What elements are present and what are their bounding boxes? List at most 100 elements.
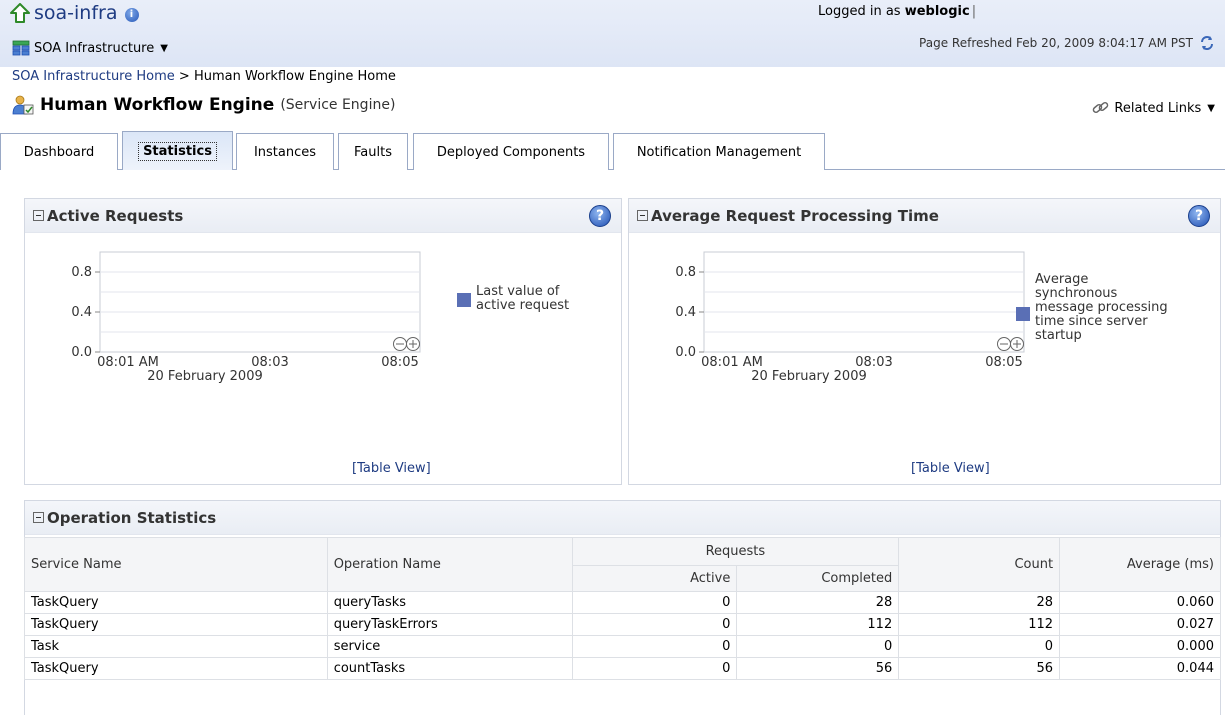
x-tick-label: 08:01 AM xyxy=(701,355,763,370)
column-header-completed[interactable]: Completed xyxy=(736,565,900,592)
related-links-menu[interactable]: Related Links ▼ xyxy=(1092,100,1215,116)
table-view-link[interactable]: [Table View] xyxy=(911,461,990,476)
cell-count: 112 xyxy=(898,613,1061,636)
table-row[interactable]: TaskQuery queryTasks 0 28 28 0.060 xyxy=(24,591,1221,614)
tab-label: Faults xyxy=(354,144,392,160)
breadcrumb-current: Human Workflow Engine Home xyxy=(193,69,396,84)
tab-faults[interactable]: Faults xyxy=(338,133,408,170)
legend-line: Last value of xyxy=(476,284,560,299)
page-title: Human Workflow Engine xyxy=(40,95,275,115)
table-view-link[interactable]: [Table View] xyxy=(352,461,431,476)
home-arrow-icon[interactable] xyxy=(10,3,30,23)
cell-completed: 0 xyxy=(736,635,900,658)
legend-line: startup xyxy=(1035,328,1082,343)
help-icon[interactable]: ? xyxy=(589,205,611,227)
cell-count: 28 xyxy=(898,591,1061,614)
tab-instances[interactable]: Instances xyxy=(236,133,334,170)
cell-count: 56 xyxy=(898,657,1061,680)
x-tick-label: 08:01 AM xyxy=(97,355,159,370)
zoom-out-icon[interactable] xyxy=(393,337,407,351)
tab-dashboard[interactable]: Dashboard xyxy=(0,133,118,170)
panel-header: Active Requests ? xyxy=(25,199,621,233)
cell-service: TaskQuery xyxy=(24,591,328,614)
x-tick-label: 08:03 xyxy=(251,355,288,370)
legend-label: Last value of active request xyxy=(476,285,569,313)
page-title-row: Human Workflow Engine (Service Engine) xyxy=(12,95,395,115)
tab-deployed-components[interactable]: Deployed Components xyxy=(413,133,609,170)
y-tick-label: 0.4 xyxy=(71,305,92,320)
tab-label: Dashboard xyxy=(23,144,95,160)
chart-legend: Average synchronous message processing t… xyxy=(1016,273,1168,343)
app-title-text[interactable]: soa-infra xyxy=(34,2,118,24)
panel-title: Operation Statistics xyxy=(47,508,217,527)
tab-label: Statistics xyxy=(138,141,217,161)
table-row[interactable]: TaskQuery queryTaskErrors 0 112 112 0.02… xyxy=(24,613,1221,636)
x-date-label: 20 February 2009 xyxy=(751,369,867,384)
column-header-service-name[interactable]: Service Name xyxy=(24,537,328,592)
cell-average: 0.060 xyxy=(1059,591,1221,614)
cell-active: 0 xyxy=(571,613,738,636)
x-tick-label: 08:05 xyxy=(985,355,1022,370)
table-row[interactable]: TaskQuery countTasks 0 56 56 0.044 xyxy=(24,657,1221,680)
legend-swatch xyxy=(457,293,471,307)
cell-operation: service xyxy=(326,635,573,658)
chevron-down-icon[interactable]: ▼ xyxy=(1207,103,1215,114)
tab-label: Instances xyxy=(253,144,317,160)
page-refreshed-text: Page Refreshed Feb 20, 2009 8:04:17 AM P… xyxy=(919,36,1193,50)
y-tick-label: 0.8 xyxy=(71,265,92,280)
cell-completed: 112 xyxy=(736,613,900,636)
column-header-operation-name[interactable]: Operation Name xyxy=(326,537,573,592)
legend-line: synchronous xyxy=(1035,286,1118,301)
legend-line: active request xyxy=(476,298,570,313)
chain-link-icon xyxy=(1093,101,1109,114)
info-icon[interactable]: i xyxy=(124,7,139,22)
column-header-count[interactable]: Count xyxy=(898,537,1061,592)
collapse-icon[interactable] xyxy=(637,210,648,221)
legend-line: Average xyxy=(1035,272,1089,287)
cell-average: 0.027 xyxy=(1059,613,1221,636)
cell-service: Task xyxy=(24,635,328,658)
chevron-down-icon[interactable]: ▼ xyxy=(160,43,168,54)
cell-average: 0.044 xyxy=(1059,657,1221,680)
collapse-icon[interactable] xyxy=(33,512,44,523)
plot-area xyxy=(703,251,1025,353)
page-refreshed: Page Refreshed Feb 20, 2009 8:04:17 AM P… xyxy=(919,35,1215,51)
refresh-icon[interactable] xyxy=(1199,35,1215,51)
workflow-user-icon xyxy=(12,95,34,115)
chart-legend: Last value of active request xyxy=(457,285,569,313)
cell-average: 0.000 xyxy=(1059,635,1221,658)
tab-label: Deployed Components xyxy=(436,144,586,160)
related-links-label[interactable]: Related Links xyxy=(1114,101,1201,116)
table-row[interactable]: Task service 0 0 0 0.000 xyxy=(24,635,1221,658)
operation-statistics-table: Service Name Operation Name Requests Cou… xyxy=(24,537,1221,680)
cell-completed: 56 xyxy=(736,657,900,680)
panel-title: Active Requests xyxy=(47,206,184,225)
column-header-active[interactable]: Active xyxy=(571,565,738,592)
tab-bar: Dashboard Statistics Instances Faults De… xyxy=(0,131,1225,170)
cell-operation: countTasks xyxy=(326,657,573,680)
cell-count: 0 xyxy=(898,635,1061,658)
y-tick-label: 0.0 xyxy=(71,345,92,360)
cell-service: TaskQuery xyxy=(24,657,328,680)
y-tick-label: 0.0 xyxy=(675,345,696,360)
tab-notification-management[interactable]: Notification Management xyxy=(613,133,825,170)
zoom-out-icon[interactable] xyxy=(997,337,1011,351)
panel-title: Average Request Processing Time xyxy=(651,206,939,225)
help-icon[interactable]: ? xyxy=(1188,205,1210,227)
legend-line: time since server xyxy=(1035,314,1148,329)
average-processing-time-chart: 0.0 0.4 0.8 08:01 AM 08:03 08:05 20 February 2… xyxy=(675,251,1025,384)
cell-operation: queryTaskErrors xyxy=(326,613,573,636)
active-requests-chart: 0.0 0.4 0.8 08:01 AM 08:03 08:05 20 February 2… xyxy=(71,251,421,384)
breadcrumb-soa-home[interactable]: SOA Infrastructure Home xyxy=(12,69,175,84)
legend-label: Average synchronous message processing t… xyxy=(1035,273,1168,343)
soa-infrastructure-menu[interactable]: SOA Infrastructure ▼ xyxy=(12,40,168,56)
cell-active: 0 xyxy=(571,657,738,680)
collapse-icon[interactable] xyxy=(33,210,44,221)
divider: | xyxy=(971,4,977,19)
app-title[interactable]: soa-infra i xyxy=(10,0,139,26)
tab-statistics[interactable]: Statistics xyxy=(122,131,233,170)
soa-infrastructure-menu-label[interactable]: SOA Infrastructure xyxy=(34,41,154,56)
column-header-average[interactable]: Average (ms) xyxy=(1059,537,1221,592)
zoom-in-icon[interactable] xyxy=(406,337,420,351)
legend-line: message processing xyxy=(1035,300,1168,315)
